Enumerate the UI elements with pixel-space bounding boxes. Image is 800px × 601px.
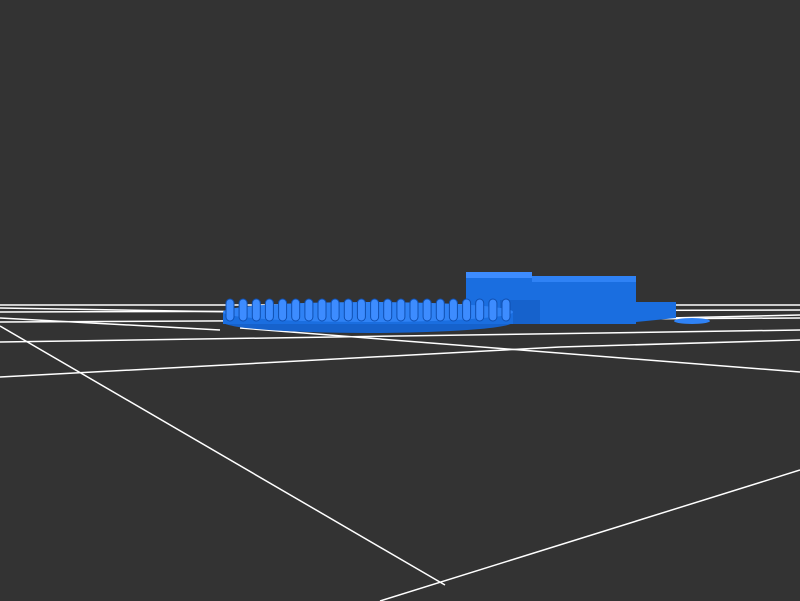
- raised-block-right-top: [532, 276, 636, 282]
- base-tooth: [330, 298, 340, 322]
- base-tooth: [396, 298, 406, 322]
- base-tooth: [264, 298, 274, 322]
- base-tooth: [370, 298, 380, 322]
- raised-block-top: [466, 272, 532, 278]
- base-tooth: [251, 298, 261, 322]
- base-tooth: [462, 298, 472, 322]
- side-tab-foot[interactable]: [674, 318, 710, 324]
- base-tooth: [383, 298, 393, 322]
- 3d-viewport[interactable]: [0, 0, 800, 601]
- base-tooth: [238, 298, 248, 322]
- base-tooth: [304, 298, 314, 322]
- base-tooth: [488, 298, 498, 322]
- base-tooth: [278, 298, 288, 322]
- base-tooth: [435, 298, 445, 322]
- base-tooth: [356, 298, 366, 322]
- base-tooth: [409, 298, 419, 322]
- base-tooth: [475, 298, 485, 322]
- base-tooth: [317, 298, 327, 322]
- 3d-scene-canvas[interactable]: [0, 0, 800, 601]
- raised-block-right[interactable]: [532, 278, 636, 324]
- base-tooth: [343, 298, 353, 322]
- base-tooth: [225, 298, 235, 322]
- base-tooth: [422, 298, 432, 322]
- base-tooth: [448, 298, 458, 322]
- base-tooth: [501, 298, 511, 322]
- base-tooth: [291, 298, 301, 322]
